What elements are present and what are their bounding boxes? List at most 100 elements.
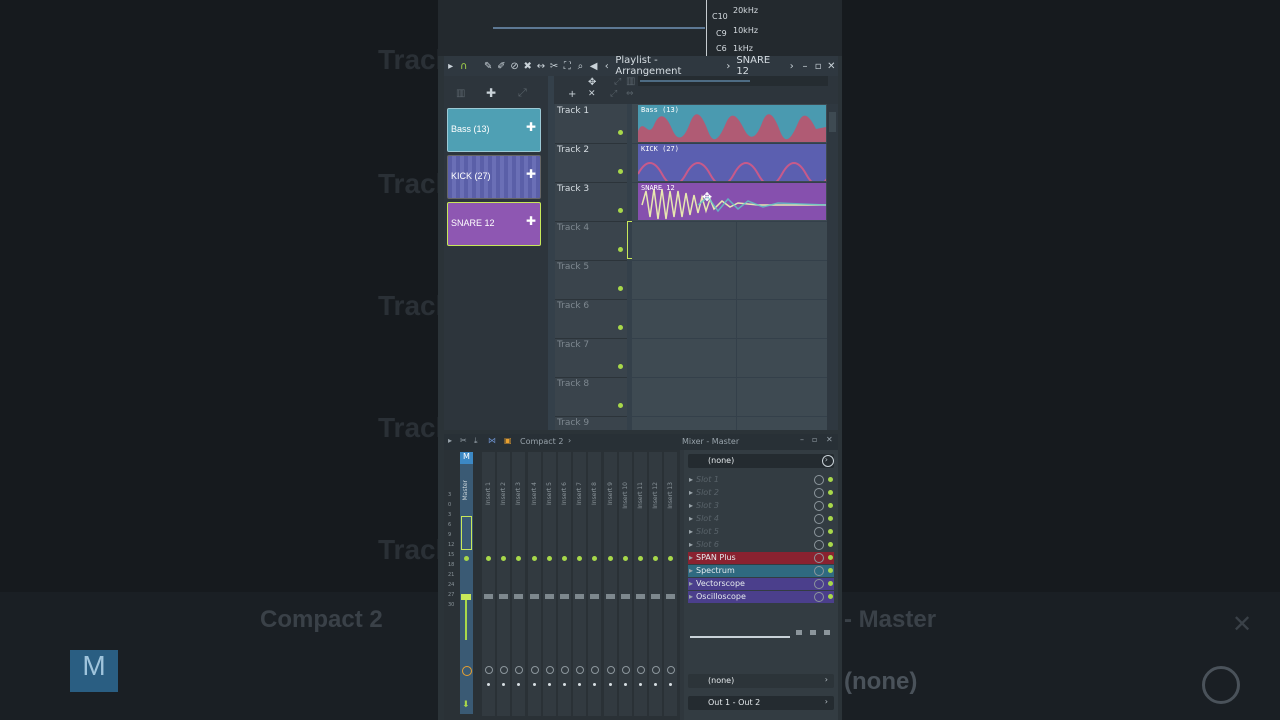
menu-arrow-icon[interactable]: ▸ (448, 436, 452, 445)
insert-strip[interactable]: Insert 2 (497, 452, 511, 716)
chevron-right-icon[interactable]: › (785, 61, 798, 72)
mix-knob-icon[interactable] (814, 527, 824, 537)
insert-strip[interactable]: Insert 4 (527, 452, 541, 716)
track-header[interactable]: Track 4 (555, 221, 627, 261)
mute-icon[interactable]: ✖ (521, 61, 534, 72)
slice-icon[interactable]: ✂ (548, 61, 561, 72)
slot-enable-led[interactable] (828, 568, 833, 573)
slot-enable-led[interactable] (828, 477, 833, 482)
track-led[interactable] (618, 130, 623, 135)
send-fader[interactable] (690, 636, 790, 638)
expand-icon[interactable]: ⇔ (626, 89, 634, 99)
insert-strip[interactable]: Insert 10 (618, 452, 632, 716)
insert-dot[interactable] (608, 683, 612, 686)
slip-icon[interactable]: ↔ (534, 61, 547, 72)
master-led[interactable] (464, 556, 469, 561)
insert-knob[interactable] (637, 666, 645, 674)
piano-roll-icon[interactable]: ⤢ (614, 77, 621, 87)
zoom-icon[interactable]: ⌕ (574, 61, 587, 72)
master-strip[interactable]: M Master ⬇ (460, 452, 473, 714)
move-icon[interactable]: ✚ (526, 167, 536, 181)
insert-dot[interactable] (639, 683, 642, 686)
snap-icon[interactable]: ✥ (588, 77, 596, 88)
clock-icon[interactable] (822, 455, 834, 467)
insert-led[interactable] (562, 556, 567, 561)
insert-knob[interactable] (530, 666, 539, 674)
arrow-down-icon[interactable]: ⬇ (462, 700, 470, 710)
insert-knob[interactable] (652, 666, 661, 674)
track-led[interactable] (618, 286, 623, 291)
close-icon[interactable]: ✕ (825, 61, 838, 72)
delete-icon[interactable]: ⊘ (508, 61, 521, 72)
pattern-item[interactable]: KICK (27) ✚ (447, 155, 541, 199)
vertical-scrollbar[interactable] (827, 104, 838, 430)
insert-strip[interactable]: Insert 6 (558, 452, 571, 716)
slot-enable-led[interactable] (828, 542, 833, 547)
insert-knob[interactable] (591, 666, 600, 674)
pattern-item-selected[interactable]: SNARE 12 ✚ (447, 202, 541, 246)
fx-slot[interactable]: ▸ Spectrum (688, 565, 834, 577)
insert-dot[interactable] (563, 683, 566, 686)
clip-snare[interactable]: SNARE 12 (638, 183, 826, 220)
clip-bass[interactable]: Bass (13) (638, 105, 826, 142)
insert-dot[interactable] (532, 683, 536, 686)
output-select[interactable]: Out 1 - Out 2 › (688, 696, 834, 710)
insert-fader[interactable] (575, 594, 585, 599)
chevron-left-icon[interactable]: ‹ (600, 61, 613, 72)
add-pattern-icon[interactable]: ✚ (486, 86, 496, 100)
insert-knob[interactable] (621, 666, 630, 674)
mix-knob-icon[interactable] (814, 488, 824, 498)
wrench-icon[interactable]: ✂ (460, 436, 467, 445)
insert-strip[interactable]: Insert 8 (588, 452, 602, 716)
eq-sliders[interactable] (794, 620, 834, 666)
fx-slot[interactable]: ▸ Slot 4 (688, 513, 834, 525)
fx-slot[interactable]: ▸ Vectorscope (688, 578, 834, 590)
insert-fader[interactable] (620, 594, 630, 599)
track-led[interactable] (618, 325, 623, 330)
track-header[interactable]: Track 3 (555, 182, 627, 222)
insert-strip[interactable]: Insert 11 (634, 452, 647, 716)
track-header[interactable]: Track 1 (555, 104, 627, 144)
fx-slot[interactable]: ▸ Slot 2 (688, 487, 834, 499)
insert-fader[interactable] (636, 594, 645, 599)
minimize-icon[interactable]: – (798, 61, 811, 72)
arrangement-grid[interactable]: Bass (13) KICK (27) SNARE 12 ✥ (632, 104, 827, 430)
insert-knob[interactable] (485, 666, 493, 674)
fx-slot[interactable]: ▸ Oscilloscope (688, 591, 834, 603)
insert-knob[interactable] (545, 666, 554, 674)
pencil-icon[interactable]: ✎ (482, 61, 495, 72)
insert-strip[interactable]: Insert 7 (573, 452, 587, 716)
master-knob[interactable] (462, 666, 472, 676)
insert-fader[interactable] (514, 594, 524, 599)
track-header[interactable]: Track 6 (555, 299, 627, 339)
insert-strip[interactable]: Insert 5 (542, 452, 556, 716)
insert-led[interactable] (638, 556, 643, 561)
fx-bottom-select[interactable]: (none) › (688, 674, 834, 688)
insert-dot[interactable] (593, 683, 597, 686)
mix-knob-icon[interactable] (814, 540, 824, 550)
slot-enable-led[interactable] (828, 516, 833, 521)
insert-led[interactable] (501, 556, 507, 561)
paint-icon[interactable]: ✐ (495, 61, 508, 72)
move-icon[interactable]: ✚ (526, 214, 536, 228)
minimize-icon[interactable]: – (800, 435, 804, 444)
slot-enable-led[interactable] (828, 594, 833, 599)
track-led[interactable] (618, 364, 623, 369)
fx-slot[interactable]: ▸ Slot 3 (688, 500, 834, 512)
move-icon[interactable]: ✚ (526, 120, 536, 134)
insert-knob[interactable] (576, 666, 585, 674)
insert-fader[interactable] (666, 594, 676, 599)
fx-slot[interactable]: ▸ SPAN Plus (688, 552, 834, 564)
insert-led[interactable] (516, 556, 522, 561)
slot-enable-led[interactable] (828, 581, 833, 586)
insert-knob[interactable] (515, 666, 524, 674)
time-ruler[interactable] (638, 76, 828, 86)
maximize-icon[interactable]: ▫ (812, 435, 817, 444)
clip-kick[interactable]: KICK (27) (638, 144, 826, 181)
mix-knob-icon[interactable] (814, 514, 824, 524)
mix-knob-icon[interactable] (814, 592, 824, 602)
insert-dot[interactable] (517, 683, 521, 686)
fx-slot[interactable]: ▸ Slot 6 (688, 539, 834, 551)
insert-fader[interactable] (484, 594, 493, 599)
insert-knob[interactable] (606, 666, 615, 674)
